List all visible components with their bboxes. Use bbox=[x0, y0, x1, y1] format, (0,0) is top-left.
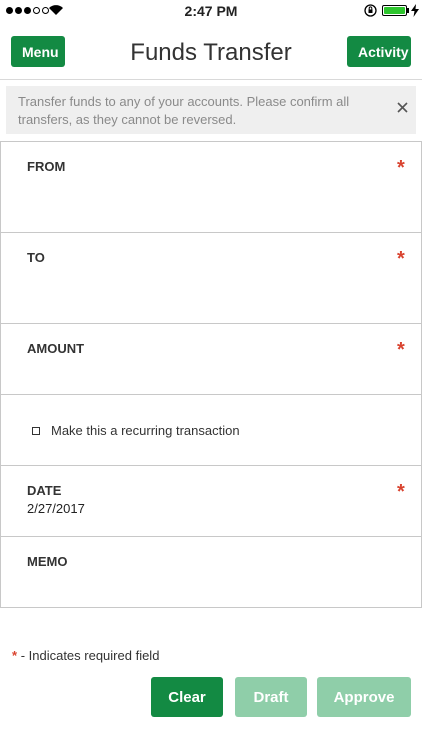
date-field[interactable]: DATE * 2/27/2017 bbox=[0, 465, 422, 537]
memo-label: MEMO bbox=[27, 554, 68, 569]
date-label: DATE bbox=[27, 483, 62, 498]
required-field-note: * - Indicates required field bbox=[12, 648, 159, 663]
recurring-label[interactable]: Make this a recurring transaction bbox=[51, 423, 240, 438]
charging-bolt-icon bbox=[411, 4, 419, 17]
amount-field[interactable]: AMOUNT * bbox=[0, 323, 422, 395]
amount-label: AMOUNT bbox=[27, 341, 85, 356]
required-marker: * bbox=[397, 157, 405, 179]
info-banner-text: Transfer funds to any of your accounts. … bbox=[18, 94, 350, 127]
status-time: 2:47 PM bbox=[184, 3, 238, 19]
close-icon[interactable] bbox=[395, 100, 410, 115]
recurring-field: Make this a recurring transaction bbox=[0, 394, 422, 466]
orientation-lock-icon bbox=[364, 4, 377, 17]
to-field[interactable]: TO * bbox=[0, 232, 422, 324]
date-value: 2/27/2017 bbox=[27, 501, 85, 516]
required-marker: * bbox=[397, 481, 405, 503]
battery-cap bbox=[407, 8, 409, 13]
recurring-checkbox[interactable] bbox=[32, 427, 40, 435]
required-marker: * bbox=[397, 339, 405, 361]
from-field[interactable]: FROM * bbox=[0, 141, 422, 233]
status-bar: 2:47 PM bbox=[0, 0, 422, 22]
activity-button[interactable]: Activity bbox=[347, 36, 411, 67]
clear-button[interactable]: Clear bbox=[151, 677, 223, 717]
approve-button[interactable]: Approve bbox=[317, 677, 411, 717]
battery-icon bbox=[382, 5, 407, 16]
info-banner: Transfer funds to any of your accounts. … bbox=[6, 86, 416, 134]
required-note-star: * bbox=[12, 648, 18, 663]
required-note-text: - Indicates required field bbox=[20, 648, 160, 663]
from-label: FROM bbox=[27, 159, 66, 174]
required-marker: * bbox=[397, 248, 405, 270]
transfer-form: FROM * TO * AMOUNT * Make this a recurri… bbox=[0, 141, 422, 608]
memo-field[interactable]: MEMO bbox=[0, 536, 422, 608]
draft-button[interactable]: Draft bbox=[235, 677, 307, 717]
to-label: TO bbox=[27, 250, 45, 265]
app-header: Menu Funds Transfer Activity bbox=[0, 22, 422, 80]
